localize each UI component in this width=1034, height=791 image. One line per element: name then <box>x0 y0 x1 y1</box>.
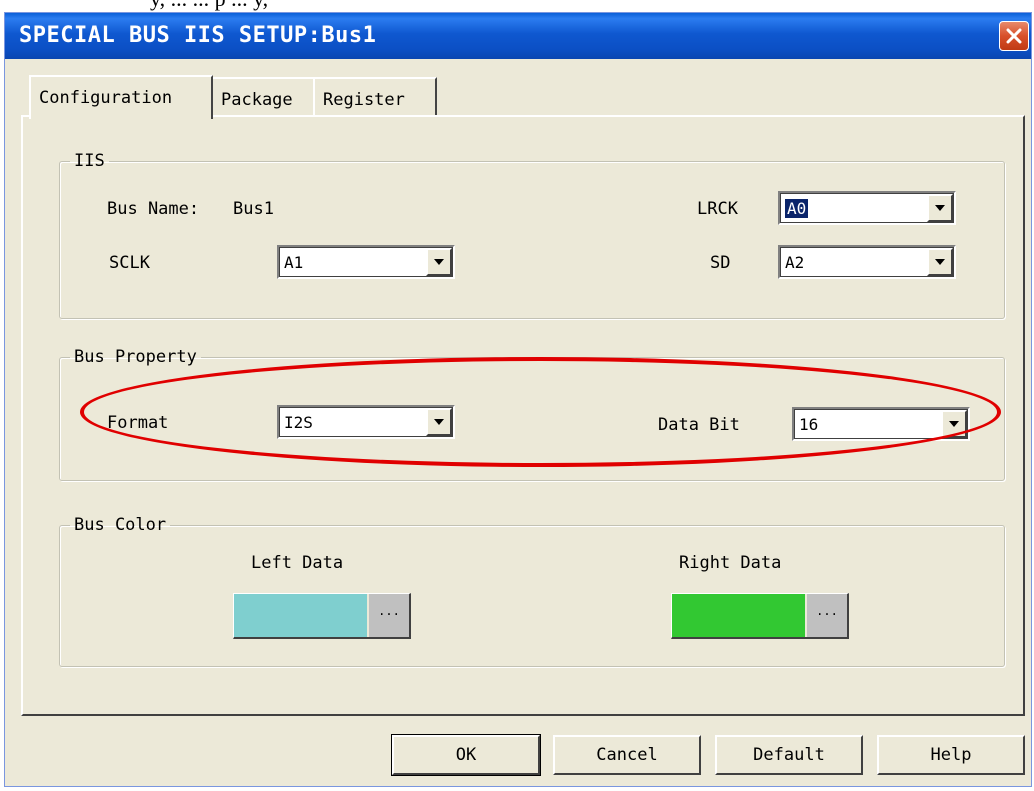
left-data-browse-icon: ... <box>369 594 409 637</box>
sclk-dropdown-button[interactable] <box>426 248 452 276</box>
tab-package[interactable]: Package <box>211 77 315 117</box>
right-data-color-button[interactable]: ... <box>671 593 849 639</box>
bus-property-legend: Bus Property <box>74 347 197 367</box>
left-data-color-button[interactable]: ... <box>233 593 411 639</box>
bus-name-label: Bus Name: <box>107 199 200 219</box>
cancel-button[interactable]: Cancel <box>553 735 701 775</box>
bus-color-legend: Bus Color <box>74 515 167 535</box>
help-button-label: Help <box>930 745 972 765</box>
left-data-color-swatch <box>234 594 367 637</box>
sd-select[interactable]: A2 <box>778 245 956 279</box>
iis-group-legend: IIS <box>74 151 105 171</box>
lrck-select[interactable]: A0 <box>778 191 956 225</box>
sd-value: A2 <box>785 253 805 272</box>
ok-button[interactable]: OK <box>391 734 541 776</box>
close-button[interactable] <box>999 21 1029 51</box>
chevron-down-icon <box>935 205 945 211</box>
sclk-select[interactable]: A1 <box>277 245 455 279</box>
tab-label: Register <box>323 90 405 110</box>
lrck-dropdown-button[interactable] <box>927 194 953 222</box>
format-select[interactable]: I2S <box>277 405 455 439</box>
window-title: SPECIAL BUS IIS SETUP:Bus1 <box>19 23 377 48</box>
left-data-label: Left Data <box>251 553 344 573</box>
cancel-button-label: Cancel <box>596 745 658 765</box>
chevron-down-icon <box>949 421 959 427</box>
dialog-window: SPECIAL BUS IIS SETUP:Bus1 Configuration… <box>4 12 1032 787</box>
tab-label: Configuration <box>39 88 173 108</box>
iis-group: IIS <box>59 151 1005 319</box>
data-bit-value: 16 <box>799 415 819 434</box>
sclk-label: SCLK <box>109 253 150 273</box>
data-bit-label: Data Bit <box>658 415 740 435</box>
chevron-down-icon <box>434 419 444 425</box>
right-data-browse-icon: ... <box>807 594 847 637</box>
default-button-label: Default <box>753 745 825 765</box>
lrck-label: LRCK <box>697 199 738 219</box>
right-data-label: Right Data <box>679 553 782 573</box>
format-dropdown-button[interactable] <box>426 408 452 436</box>
bus-name-value: Bus1 <box>233 199 274 219</box>
sclk-value: A1 <box>284 253 304 272</box>
chevron-down-icon <box>434 259 444 265</box>
chevron-down-icon <box>935 259 945 265</box>
bus-color-group: Bus Color <box>59 515 1005 667</box>
right-data-color-swatch <box>672 594 805 637</box>
format-label: Format <box>107 413 169 433</box>
sd-label: SD <box>710 253 731 273</box>
default-button[interactable]: Default <box>715 735 863 775</box>
background-caption-text: y, ... ... p ... y, <box>150 0 268 12</box>
title-bar[interactable]: SPECIAL BUS IIS SETUP:Bus1 <box>5 13 1031 59</box>
close-icon <box>1006 28 1022 44</box>
lrck-value: A0 <box>783 198 810 219</box>
tab-configuration[interactable]: Configuration <box>29 75 213 119</box>
sd-dropdown-button[interactable] <box>927 248 953 276</box>
format-value: I2S <box>284 413 313 432</box>
data-bit-select[interactable]: 16 <box>792 407 970 441</box>
configuration-panel: IIS Bus Name: Bus1 LRCK A0 SCLK A1 SD A2 <box>21 115 1025 716</box>
data-bit-dropdown-button[interactable] <box>941 410 967 438</box>
help-button[interactable]: Help <box>877 735 1025 775</box>
tab-register[interactable]: Register <box>313 77 437 117</box>
tab-label: Package <box>221 90 293 110</box>
ok-button-label: OK <box>455 745 477 765</box>
